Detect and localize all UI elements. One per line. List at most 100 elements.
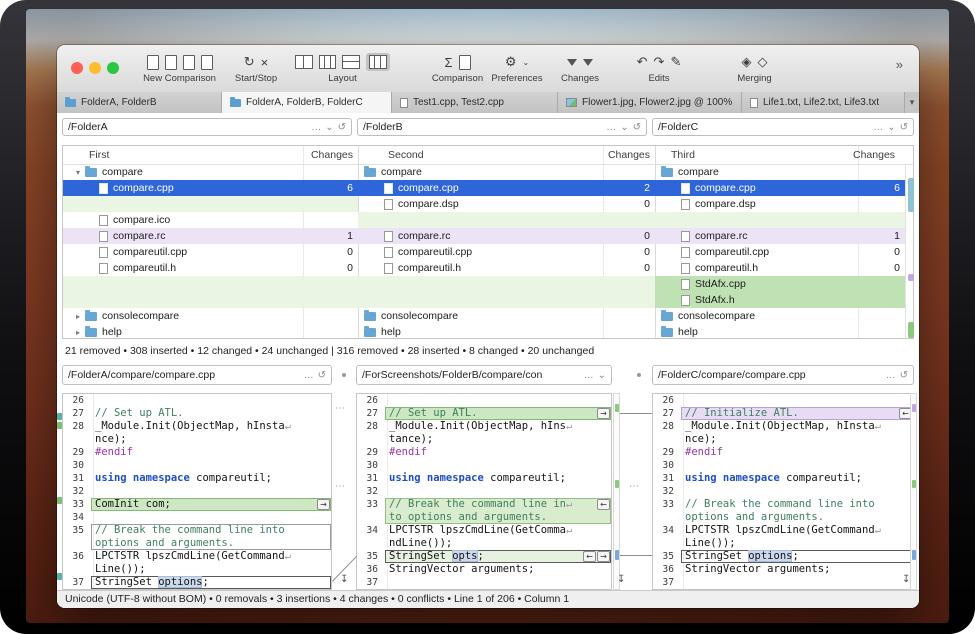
merge-right-button[interactable]: → bbox=[317, 499, 330, 510]
code-line: 31using namespace compareutil; bbox=[357, 472, 611, 485]
table-body: ▾compare compare compare compare.cpp 6 c… bbox=[63, 164, 905, 338]
go-to-last-change-button[interactable]: ↧ bbox=[340, 574, 348, 585]
more-icon[interactable]: … bbox=[311, 122, 321, 133]
change-gutter-mark bbox=[57, 573, 62, 580]
file-icon bbox=[681, 295, 690, 306]
code-pane-first[interactable]: 26 27// Set up ATL. 28_Module.Init(Objec… bbox=[62, 393, 332, 590]
toolbar-group-comparison[interactable]: Σ Comparison bbox=[415, 51, 500, 87]
changes-count: 1 bbox=[894, 230, 900, 242]
code-pane-third[interactable]: 26 27// Initialize ATL.← 28_Module.Init(… bbox=[652, 393, 914, 590]
line-number: 27 bbox=[357, 407, 385, 420]
undo-icon: ↶ bbox=[637, 54, 648, 70]
tree-collapse-icon[interactable]: ▸ bbox=[71, 312, 85, 321]
merge-left-button[interactable]: ← bbox=[597, 499, 610, 510]
item-name: compareutil.cpp bbox=[113, 246, 187, 258]
folder-icon bbox=[661, 168, 673, 177]
column-header-first[interactable]: First bbox=[89, 146, 109, 164]
minimize-window-button[interactable] bbox=[89, 62, 101, 74]
folder-icon bbox=[230, 99, 241, 107]
tab-list-dropdown[interactable]: ▾ bbox=[905, 92, 919, 113]
code-token: StringSet bbox=[95, 576, 158, 588]
folder-path-field-b[interactable]: /FolderB…⌄↺ bbox=[357, 118, 647, 136]
toolbar-group-start-stop[interactable]: ↻× Start/Stop bbox=[227, 51, 285, 87]
column-header-changes[interactable]: Changes bbox=[303, 146, 353, 164]
file-path-field-a[interactable]: /FolderA/compare/compare.cpp…↺ bbox=[62, 365, 332, 385]
folder-path-field-a[interactable]: /FolderA…⌄↺ bbox=[62, 118, 352, 136]
history-icon[interactable]: ↺ bbox=[338, 122, 346, 133]
table-row-compareutil-cpp[interactable]: compareutil.cpp 0 compareutil.cpp 0 comp… bbox=[63, 244, 905, 260]
more-icon[interactable]: … bbox=[584, 370, 594, 381]
history-icon[interactable]: ↺ bbox=[900, 370, 908, 381]
scroll-map-mark bbox=[908, 322, 914, 338]
history-icon[interactable]: ↺ bbox=[633, 122, 641, 133]
line-number: 29 bbox=[357, 446, 385, 459]
word-diff-highlight: options bbox=[158, 576, 202, 588]
wrap-icon: ↵ bbox=[566, 420, 572, 432]
table-scrollbar[interactable] bbox=[905, 164, 916, 338]
table-row-compare-cpp-selected[interactable]: compare.cpp 6 compare.cpp 2 compare.cpp … bbox=[63, 180, 905, 196]
file-path: /ForScreenshots/FolderB/compare/con bbox=[362, 369, 580, 381]
column-header-second[interactable]: Second bbox=[388, 146, 424, 164]
tab-foldera-folderb[interactable]: FolderA, FolderB bbox=[57, 92, 222, 113]
tree-expand-icon[interactable]: ▾ bbox=[71, 168, 85, 177]
code-token: ; bbox=[478, 550, 484, 562]
item-name: compare.cpp bbox=[695, 182, 756, 194]
file-icon bbox=[681, 183, 690, 194]
table-row-compare-rc[interactable]: compare.rc 1 compare.rc 0 compare.rc 1 bbox=[63, 228, 905, 244]
toolbar-group-changes[interactable]: Changes bbox=[549, 51, 611, 87]
code-line: 27// Set up ATL.→ bbox=[357, 407, 611, 420]
toolbar-group-edits[interactable]: ↶↷✎ Edits bbox=[615, 51, 703, 87]
folder-path-field-c[interactable]: /FolderC…⌄↺ bbox=[652, 118, 914, 136]
toolbar-overflow-button[interactable]: » bbox=[896, 57, 903, 72]
more-icon[interactable]: … bbox=[606, 122, 616, 133]
line-number: 33 bbox=[357, 498, 385, 511]
history-icon[interactable]: ↺ bbox=[900, 122, 908, 133]
tab-life-txt[interactable]: Life1.txt, Life2.txt, Life3.txt bbox=[742, 92, 905, 113]
table-row-compare-dsp[interactable]: compare.dsp 0 compare.dsp bbox=[63, 196, 905, 212]
changes-count: 0 bbox=[644, 230, 650, 242]
go-to-last-change-button[interactable]: ↧ bbox=[617, 574, 625, 585]
column-header-changes[interactable]: Changes bbox=[603, 146, 650, 164]
toolbar-group-preferences[interactable]: ⚙⌄ Preferences bbox=[489, 51, 545, 87]
tree-collapse-icon[interactable]: ▸ bbox=[71, 328, 85, 337]
code-line: 26 bbox=[63, 394, 331, 407]
tab-flower-jpg[interactable]: Flower1.jpg, Flower2.jpg @ 100% bbox=[558, 92, 742, 113]
line-number: 29 bbox=[63, 446, 91, 459]
file-path-field-c[interactable]: /FolderC/compare/compare.cpp…↺ bbox=[652, 365, 914, 385]
code-pane-second[interactable]: 26 27// Set up ATL.→ 28_Module.Init(Obje… bbox=[356, 393, 612, 590]
overview-scrollbar-second[interactable] bbox=[613, 393, 620, 590]
chevron-down-icon[interactable]: ⌄ bbox=[325, 122, 333, 133]
table-row-compareutil-h[interactable]: compareutil.h 0 compareutil.h 0 compareu… bbox=[63, 260, 905, 276]
toolbar-group-layout[interactable]: Layout bbox=[295, 51, 390, 87]
more-icon[interactable]: … bbox=[873, 122, 883, 133]
table-row-stdafx-h[interactable]: StdAfx.h bbox=[63, 292, 905, 308]
more-icon[interactable]: … bbox=[304, 370, 314, 381]
table-row-stdafx-cpp[interactable]: StdAfx.cpp bbox=[63, 276, 905, 292]
line-number bbox=[63, 433, 91, 446]
tab-foldera-folderb-folderc[interactable]: FolderA, FolderB, FolderC bbox=[222, 92, 392, 113]
go-to-last-change-button[interactable]: ↧ bbox=[902, 574, 910, 585]
toolbar-group-new-comparison[interactable]: New Comparison bbox=[117, 51, 242, 87]
more-icon[interactable]: … bbox=[886, 370, 896, 381]
merge-right-button[interactable]: → bbox=[597, 551, 610, 562]
history-icon[interactable]: ↺ bbox=[318, 370, 326, 381]
close-window-button[interactable] bbox=[71, 62, 83, 74]
file-path-field-b[interactable]: /ForScreenshots/FolderB/compare/con … ⌄ bbox=[356, 365, 612, 385]
table-row-compare-ico[interactable]: compare.ico bbox=[63, 212, 905, 228]
item-name: compare.rc bbox=[113, 230, 166, 242]
table-row-compare-folder[interactable]: ▾compare compare compare bbox=[63, 164, 905, 180]
table-row-help[interactable]: ▸help help help bbox=[63, 324, 905, 340]
overview-scrollbar-third[interactable] bbox=[910, 393, 917, 590]
toolbar-group-merging[interactable]: ◈◇ Merging bbox=[707, 51, 802, 87]
scroll-map-mark bbox=[615, 404, 619, 412]
chevron-down-icon[interactable]: ⌄ bbox=[887, 122, 895, 133]
table-row-consolecompare[interactable]: ▸consolecompare consolecompare consoleco… bbox=[63, 308, 905, 324]
merge-right-button[interactable]: → bbox=[597, 408, 610, 419]
chevron-down-icon[interactable]: ⌄ bbox=[598, 370, 606, 381]
tab-test-cpp[interactable]: Test1.cpp, Test2.cpp bbox=[392, 92, 558, 113]
item-name: compare.ico bbox=[113, 214, 170, 226]
column-header-third[interactable]: Third bbox=[671, 146, 695, 164]
column-header-changes[interactable]: Changes bbox=[853, 146, 895, 164]
merge-left-button[interactable]: ← bbox=[583, 551, 596, 562]
chevron-down-icon[interactable]: ⌄ bbox=[620, 122, 628, 133]
